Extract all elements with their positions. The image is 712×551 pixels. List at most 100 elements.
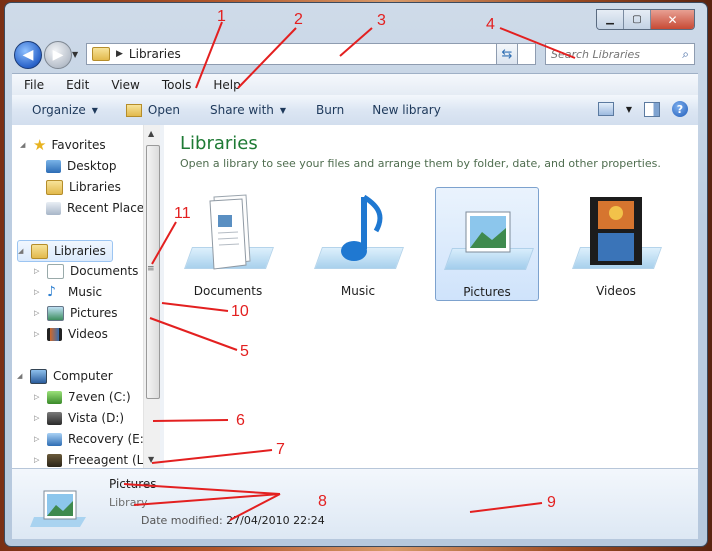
expand-arrow-icon[interactable]: ▷ [34, 393, 44, 401]
recent-places-icon [46, 201, 61, 215]
nav-item-label: Pictures [70, 306, 118, 320]
libraries-folder-icon [92, 47, 110, 61]
expand-arrow-icon[interactable]: ▷ [34, 456, 44, 464]
library-tile-pictures[interactable]: Pictures [435, 187, 539, 301]
menu-edit[interactable]: Edit [54, 78, 99, 92]
content-area: ◢ ★ Favorites Desktop Libraries Recent P… [12, 125, 698, 468]
collapse-arrow-icon[interactable]: ◢ [18, 247, 28, 255]
expand-arrow-icon[interactable]: ▷ [34, 414, 44, 422]
page-title: Libraries [180, 133, 258, 154]
search-icon[interactable]: ⌕ [682, 47, 689, 62]
date-modified-label: Date modified: [141, 514, 223, 527]
nav-item-drive-l[interactable]: ▷ Freeagent (L:) [34, 450, 152, 470]
library-tile-videos[interactable]: Videos [564, 187, 668, 301]
nav-item-pictures[interactable]: ▷ Pictures [34, 303, 118, 323]
nav-item-label: Music [68, 285, 103, 299]
expand-arrow-icon[interactable]: ▷ [34, 435, 44, 443]
caption-buttons: ▁ ▢ ✕ [596, 9, 695, 30]
annotation-label: 10 [231, 303, 249, 320]
breadcrumb-libraries[interactable]: Libraries [129, 47, 181, 61]
scroll-down-arrow-icon[interactable]: ▼ [148, 455, 154, 464]
refresh-button[interactable]: ⇆ [496, 43, 518, 65]
nav-item-label: Documents [70, 264, 139, 278]
nav-item-label: 7even (C:) [68, 390, 131, 404]
libraries-folder-icon [46, 179, 63, 195]
minimize-button[interactable]: ▁ [597, 10, 624, 29]
desktop-icon [46, 159, 61, 173]
library-tile-documents[interactable]: Documents [176, 187, 280, 301]
menu-bar: File Edit View Tools Help [12, 73, 698, 96]
collapse-arrow-icon[interactable]: ◢ [20, 141, 30, 149]
nav-item-libraries-fav[interactable]: Libraries [46, 177, 121, 197]
close-button[interactable]: ✕ [651, 10, 694, 29]
new-library-label: New library [372, 103, 441, 117]
nav-favorites-label: Favorites [51, 138, 106, 152]
recent-pages-dropdown-icon[interactable]: ▼ [72, 50, 78, 59]
preview-pane-icon[interactable] [644, 101, 660, 117]
view-options-dropdown-icon[interactable]: ▼ [626, 105, 632, 114]
expand-arrow-icon[interactable]: ▷ [34, 309, 44, 317]
nav-computer[interactable]: ◢ Computer [17, 366, 113, 386]
menu-view[interactable]: View [99, 78, 149, 92]
nav-item-desktop[interactable]: Desktop [46, 156, 117, 176]
breadcrumb-arrow-icon[interactable]: ▶ [116, 49, 123, 59]
collapse-arrow-icon[interactable]: ◢ [17, 372, 27, 380]
annotation-label: 9 [547, 494, 556, 511]
nav-item-videos[interactable]: ▷ Videos [34, 324, 108, 344]
drive-icon [47, 390, 62, 404]
nav-libraries[interactable]: ◢ Libraries [17, 240, 113, 262]
annotation-label: 3 [377, 12, 386, 29]
forward-button[interactable]: ▶ [44, 41, 72, 69]
pictures-library-icon [465, 211, 511, 253]
nav-item-label: Recovery (E:) [68, 432, 149, 446]
videos-library-icon [590, 197, 642, 265]
nav-item-recent-places[interactable]: Recent Places [46, 198, 150, 218]
videos-icon [47, 327, 62, 341]
details-name: Pictures [109, 477, 157, 491]
nav-item-drive-e[interactable]: ▷ Recovery (E:) [34, 429, 148, 449]
share-with-button[interactable]: Share with ▼ [210, 103, 286, 117]
annotation-label: 5 [240, 343, 249, 360]
page-subtitle: Open a library to see your files and arr… [180, 157, 661, 170]
music-note-icon: ♪ [47, 284, 56, 300]
nav-pane-scrollbar[interactable]: ▲ ≡ ▼ [143, 125, 161, 468]
scroll-up-arrow-icon[interactable]: ▲ [148, 129, 154, 138]
expand-arrow-icon[interactable]: ▷ [34, 330, 44, 338]
nav-item-label: Videos [68, 327, 108, 341]
details-date: Date modified: 27/04/2010 22:24 [141, 514, 325, 527]
menu-help[interactable]: Help [201, 78, 250, 92]
menu-file[interactable]: File [12, 78, 54, 92]
date-modified-value: 27/04/2010 22:24 [226, 514, 325, 527]
star-icon: ★ [33, 136, 47, 154]
nav-item-documents[interactable]: ▷ Documents [34, 261, 138, 281]
music-library-icon [341, 194, 383, 261]
annotation-label: 4 [486, 16, 495, 33]
libraries-folder-icon [31, 243, 48, 259]
nav-favorites[interactable]: ◢ ★ Favorites [20, 135, 106, 155]
nav-computer-label: Computer [53, 369, 113, 383]
back-button[interactable]: ◀ [14, 41, 42, 69]
burn-button[interactable]: Burn [316, 103, 344, 117]
drive-icon [47, 453, 62, 467]
search-input[interactable] [546, 46, 673, 62]
open-button[interactable]: Open [125, 103, 180, 117]
library-tile-music[interactable]: Music [306, 187, 410, 301]
expand-arrow-icon[interactable]: ▷ [34, 288, 44, 296]
nav-item-music[interactable]: ▷ ♪ Music [34, 282, 102, 302]
expand-arrow-icon[interactable]: ▷ [34, 267, 44, 275]
address-bar[interactable]: ▶ Libraries ▼ [86, 43, 536, 65]
change-view-icon[interactable] [597, 102, 614, 116]
open-label: Open [147, 103, 180, 117]
nav-item-label: Freeagent (L:) [68, 453, 153, 467]
help-icon[interactable]: ? [672, 101, 688, 117]
new-library-button[interactable]: New library [372, 103, 441, 117]
menu-tools[interactable]: Tools [150, 78, 202, 92]
search-box[interactable]: ⌕ [545, 43, 695, 65]
toolbar-right: ▼ ? [597, 101, 688, 117]
tile-label: Pictures [463, 285, 511, 299]
maximize-button[interactable]: ▢ [624, 10, 651, 29]
nav-item-label: Recent Places [67, 201, 151, 215]
nav-item-drive-d[interactable]: ▷ Vista (D:) [34, 408, 124, 428]
organize-button[interactable]: Organize ▼ [32, 103, 98, 117]
nav-item-drive-c[interactable]: ▷ 7even (C:) [34, 387, 131, 407]
